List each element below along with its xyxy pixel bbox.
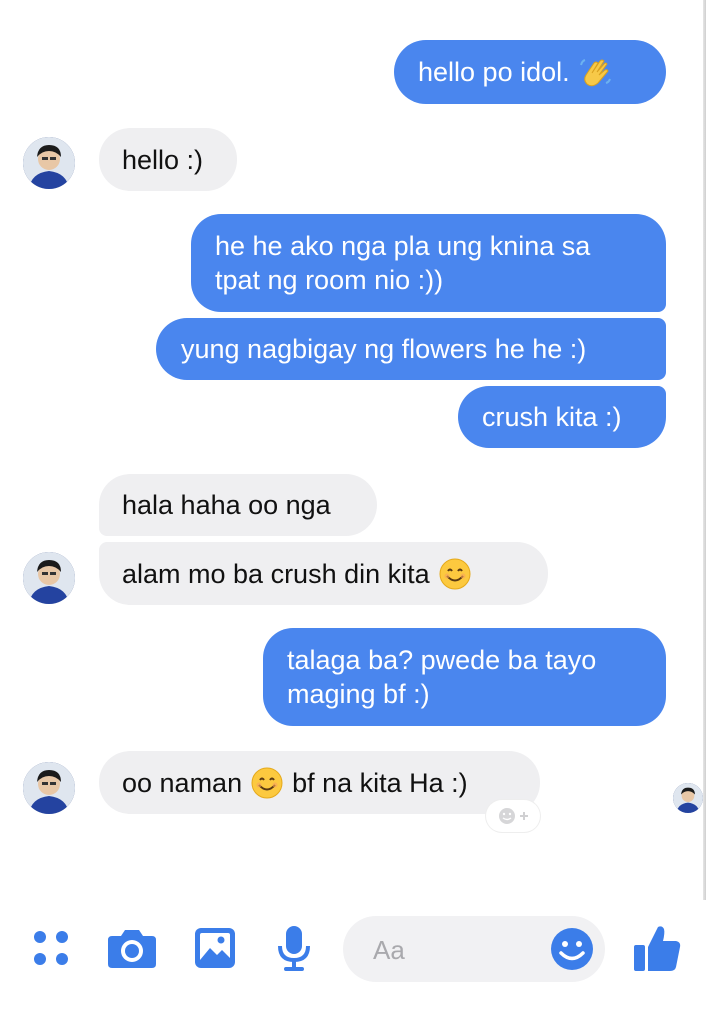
image-icon[interactable] xyxy=(193,926,237,970)
incoming-message[interactable]: oo naman bf na kita Ha :) xyxy=(99,751,540,814)
read-receipt-avatar xyxy=(673,783,703,813)
message-text: crush kita :) xyxy=(482,402,622,432)
smile-emoji-icon xyxy=(250,766,284,800)
waving-hand-icon xyxy=(578,55,612,89)
message-text: alam mo ba crush din kita xyxy=(122,558,430,589)
camera-icon[interactable] xyxy=(106,926,158,970)
scrollbar-track[interactable] xyxy=(703,0,706,900)
outgoing-message[interactable]: hello po idol. xyxy=(394,40,666,104)
message-composer[interactable] xyxy=(343,916,605,984)
contact-avatar[interactable] xyxy=(23,762,75,814)
message-text-line: maging bf :) xyxy=(287,679,430,709)
microphone-icon[interactable] xyxy=(277,924,311,972)
message-text: hala haha oo nga xyxy=(122,490,331,520)
incoming-message[interactable]: hala haha oo nga xyxy=(99,474,377,536)
message-text: hello :) xyxy=(122,144,204,175)
emoji-icon[interactable] xyxy=(549,926,595,972)
message-text: hello po idol. xyxy=(418,57,570,87)
message-text: yung nagbigay ng flowers he he :) xyxy=(181,334,587,364)
incoming-message[interactable]: alam mo ba crush din kita xyxy=(99,542,548,605)
thumbs-up-icon[interactable] xyxy=(632,923,682,973)
outgoing-message[interactable]: yung nagbigay ng flowers he he :) xyxy=(156,318,666,380)
message-text: bf na kita Ha :) xyxy=(292,767,468,798)
smile-emoji-icon xyxy=(438,557,472,591)
message-text-line: tpat ng room nio :)) xyxy=(215,265,444,295)
outgoing-message[interactable]: he he ako nga pla ung knina sa tpat ng r… xyxy=(191,214,666,312)
incoming-message[interactable]: hello :) xyxy=(99,128,237,191)
contact-avatar[interactable] xyxy=(23,552,75,604)
contact-avatar[interactable] xyxy=(23,137,75,189)
message-input[interactable] xyxy=(371,916,545,984)
outgoing-message[interactable]: crush kita :) xyxy=(458,386,666,448)
message-text-line: he he ako nga pla ung knina sa xyxy=(215,231,591,261)
message-text: oo naman xyxy=(122,767,243,798)
add-reaction-icon[interactable] xyxy=(486,800,540,832)
apps-icon[interactable] xyxy=(31,927,73,969)
message-text-line: talaga ba? pwede ba tayo xyxy=(287,645,597,675)
outgoing-message[interactable]: talaga ba? pwede ba tayo maging bf :) xyxy=(263,628,666,726)
